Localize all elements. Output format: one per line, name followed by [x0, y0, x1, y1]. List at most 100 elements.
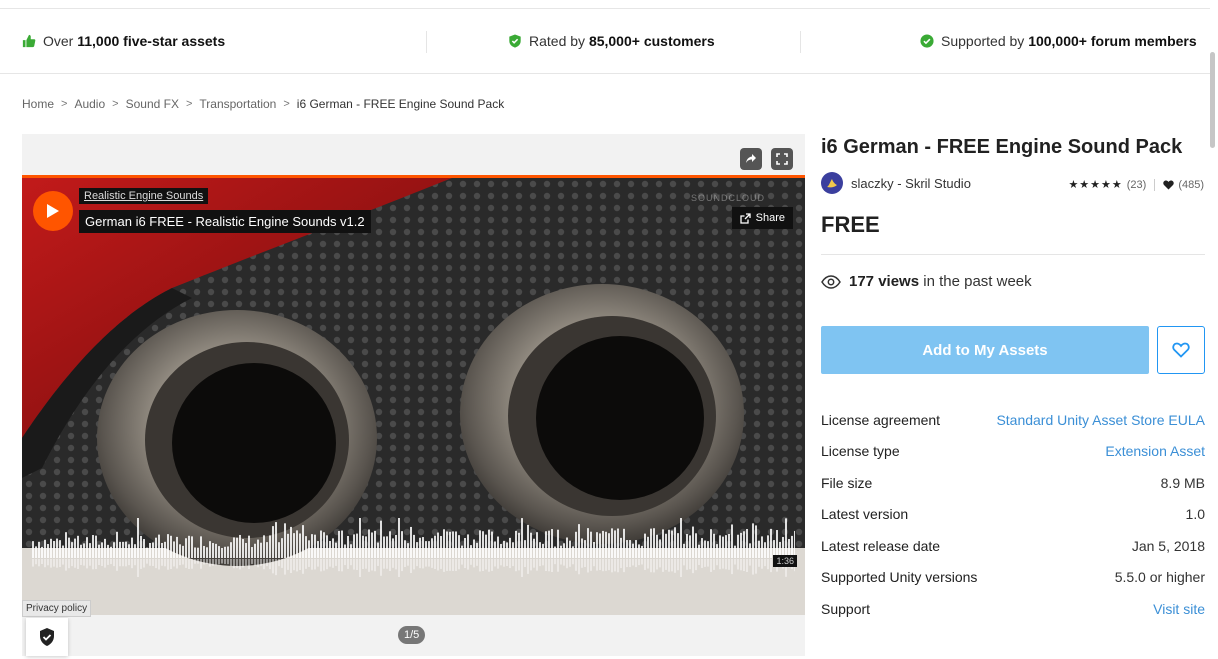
waveform-bar	[731, 524, 733, 558]
waveform-bar-reflection	[575, 559, 577, 571]
waveform-bar-reflection	[746, 559, 748, 573]
waveform-bar	[566, 537, 568, 558]
waveform-bar-reflection	[719, 559, 721, 570]
waveform-bar-reflection	[224, 559, 226, 565]
track-artist-link[interactable]: Realistic Engine Sounds	[79, 188, 209, 204]
waveform-bar-reflection	[416, 559, 418, 567]
waveform-bar	[518, 532, 520, 558]
share-arrow-button[interactable]	[740, 148, 762, 170]
page-scrollbar[interactable]	[1210, 52, 1215, 148]
waveform-bar-reflection	[380, 559, 382, 576]
waveform-bar-reflection	[395, 559, 397, 570]
play-icon	[47, 204, 59, 218]
waveform-bar-reflection	[626, 559, 628, 568]
waveform-bar-reflection	[128, 559, 130, 566]
favorite-button[interactable]	[1157, 326, 1205, 374]
breadcrumb-audio[interactable]: Audio	[74, 97, 105, 111]
shield-check-icon	[509, 34, 521, 48]
play-button[interactable]	[33, 191, 73, 231]
privacy-policy-link[interactable]: Privacy policy	[22, 600, 92, 617]
waveform-bar-reflection	[593, 559, 595, 567]
waveform-bar-reflection	[512, 559, 514, 567]
waveform-bar	[716, 544, 718, 558]
trust-prefix: Supported by	[941, 33, 1025, 49]
waveform-bar-reflection	[563, 559, 565, 566]
breadcrumb-home[interactable]: Home	[22, 97, 54, 111]
waveform-bar	[74, 538, 76, 558]
waveform-bar-reflection	[401, 559, 403, 572]
waveform-bar	[170, 535, 172, 558]
waveform-bar-reflection	[77, 559, 79, 569]
waveform-bar-reflection	[284, 559, 286, 575]
waveform-bar	[335, 542, 337, 558]
waveform-bar-reflection	[473, 559, 475, 568]
track-title[interactable]: German i6 FREE - Realistic Engine Sounds…	[79, 210, 371, 233]
waveform-bar	[92, 535, 94, 558]
waveform-bar	[449, 531, 451, 558]
add-to-my-assets-button[interactable]: Add to My Assets	[821, 326, 1149, 374]
waveform-bar	[62, 545, 64, 558]
publisher-avatar[interactable]	[821, 172, 843, 194]
waveform-bar	[434, 535, 436, 558]
waveform-bar	[485, 534, 487, 558]
breadcrumb-current: i6 German - FREE Engine Sound Pack	[296, 97, 505, 111]
detail-value-link[interactable]: Visit site	[1153, 601, 1205, 617]
waveform-bar	[740, 532, 742, 558]
heart-filled-icon	[1163, 180, 1175, 189]
waveform-bar-reflection	[218, 559, 220, 565]
publisher-link[interactable]: slaczky - Skril Studio	[851, 176, 971, 191]
soundcloud-player[interactable]: Realistic Engine Sounds German i6 FREE -…	[22, 175, 805, 615]
fullscreen-button[interactable]	[771, 148, 793, 170]
waveform-bar	[260, 542, 262, 558]
waveform-bar-reflection	[524, 559, 526, 568]
waveform-bar	[209, 541, 211, 558]
privacy-shield-button[interactable]	[26, 618, 68, 656]
waveform-bar-reflection	[572, 559, 574, 565]
waveform-bar-reflection	[581, 559, 583, 568]
waveform-bar	[212, 543, 214, 558]
waveform-bar-reflection	[596, 559, 598, 571]
waveform-bar	[569, 540, 571, 558]
rating[interactable]: ★★★★★ (23) (485)	[1068, 178, 1204, 191]
waveform-bar-reflection	[452, 559, 454, 571]
waveform-bar-reflection	[281, 559, 283, 568]
waveform-bar-reflection	[44, 559, 46, 568]
waveform-bar	[443, 529, 445, 558]
waveform-bar	[218, 546, 220, 558]
waveform-bar	[173, 541, 175, 558]
waveform-bar	[191, 536, 193, 558]
publisher-logo-icon	[827, 179, 837, 188]
waveform-bar-reflection	[80, 559, 82, 565]
waveform-bar-reflection	[479, 559, 481, 572]
waveform-bar	[506, 542, 508, 558]
detail-label: File size	[821, 474, 873, 491]
waveform-bar	[350, 544, 352, 558]
trust-bold: 11,000 five-star assets	[77, 33, 226, 49]
detail-value-link[interactable]: Extension Asset	[1105, 443, 1205, 459]
detail-value: 5.5.0 or higher	[1114, 569, 1205, 586]
waveform-bar	[641, 545, 643, 558]
waveform-bar	[293, 533, 295, 558]
waveform-bar	[164, 541, 166, 558]
waveform[interactable]	[32, 510, 795, 590]
waveform-bar	[161, 542, 163, 558]
waveform-bar	[455, 531, 457, 558]
waveform-bar	[326, 535, 328, 558]
waveform-bar	[461, 545, 463, 558]
detail-value-link[interactable]: Standard Unity Asset Store EULA	[996, 412, 1205, 428]
waveform-bar-reflection	[428, 559, 430, 567]
waveform-bar-reflection	[137, 559, 139, 577]
waveform-bar-reflection	[185, 559, 187, 568]
waveform-bar	[551, 529, 553, 558]
waveform-bar-reflection	[365, 559, 367, 569]
breadcrumb-sound-fx[interactable]: Sound FX	[126, 97, 179, 111]
waveform-bar	[104, 538, 106, 558]
waveform-bar	[287, 533, 289, 558]
waveform-bar	[623, 528, 625, 558]
player-share-button[interactable]: Share	[731, 207, 793, 229]
breadcrumb-transportation[interactable]: Transportation	[199, 97, 276, 111]
waveform-bar	[398, 518, 400, 558]
waveform-bar	[695, 533, 697, 558]
waveform-bar-reflection	[266, 559, 268, 567]
waveform-bar	[719, 535, 721, 558]
